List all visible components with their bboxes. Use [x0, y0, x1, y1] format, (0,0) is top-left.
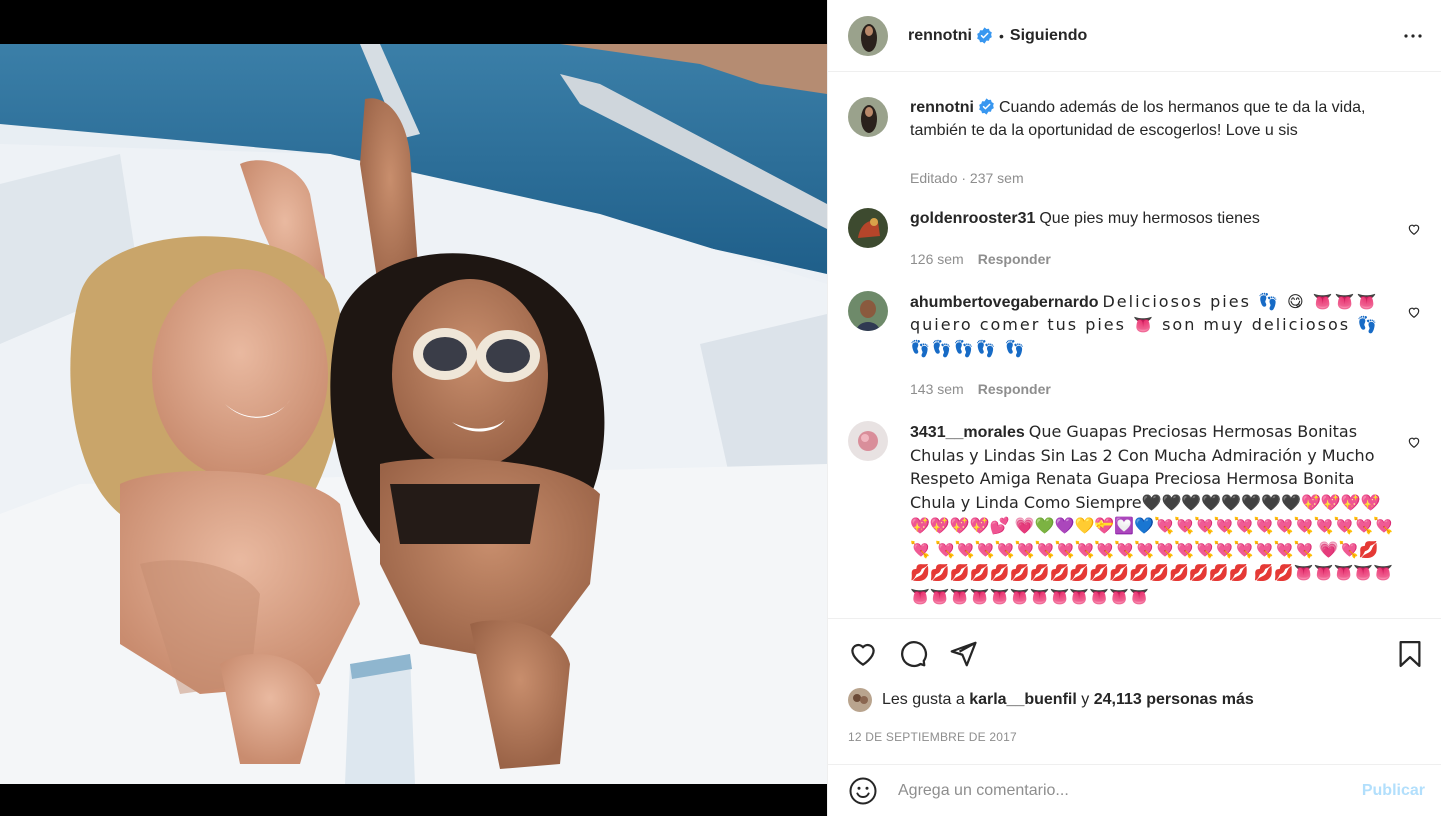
media-pane — [0, 0, 827, 816]
comment-text: 3431__morales Que Guapas Preciosas Hermos… — [910, 421, 1395, 609]
add-comment-bar: Publicar — [828, 764, 1441, 816]
comment-content: Que pies muy hermosos tienes — [1039, 210, 1260, 227]
comment-item: ahumbertovegabernardo Deliciosos pies 👣 😋… — [848, 290, 1425, 398]
likes-prefix: Les gusta a — [882, 691, 965, 708]
comment-bubble-icon — [901, 641, 927, 667]
comment-item: goldenrooster31 Que pies muy hermosos tie… — [848, 208, 1425, 267]
photo-illustration — [0, 44, 827, 784]
bookmark-icon — [1399, 641, 1421, 667]
caption: rennotni Cuando además de los hermanos qu… — [848, 97, 1425, 186]
verified-badge-icon — [979, 98, 994, 115]
like-button[interactable] — [848, 639, 878, 669]
liker-avatar[interactable] — [848, 688, 872, 712]
comment-time[interactable]: 126 sem — [910, 251, 964, 267]
comment-body: 3431__morales Que Guapas Preciosas Hermos… — [910, 421, 1425, 609]
likes-count[interactable]: 24,113 personas más — [1094, 691, 1254, 709]
reply-button[interactable]: Responder — [978, 381, 1051, 397]
more-options-button[interactable] — [1401, 24, 1425, 48]
save-button[interactable] — [1395, 639, 1425, 669]
post-header: rennotni • Siguiendo — [828, 0, 1441, 72]
comment-body: goldenrooster31 Que pies muy hermosos tie… — [910, 208, 1425, 267]
caption-meta: Editado · 237 sem — [910, 170, 1417, 186]
comment-text: goldenrooster31 Que pies muy hermosos tie… — [910, 208, 1395, 231]
following-button[interactable]: Siguiendo — [1010, 27, 1087, 45]
publish-button[interactable]: Publicar — [1362, 782, 1425, 800]
commenter-avatar[interactable] — [848, 290, 888, 331]
comment-username[interactable]: 3431__morales — [910, 424, 1025, 441]
comment-content: Que Guapas Preciosas Hermosas Bonitas Ch… — [910, 422, 1394, 606]
author-avatar[interactable] — [848, 15, 888, 56]
post-modal: rennotni • Siguiendo rennotni Cuando ade… — [0, 0, 1441, 816]
heart-icon — [851, 643, 875, 666]
comment-body: ahumbertovegabernardo Deliciosos pies 👣 😋… — [910, 291, 1425, 398]
caption-body: rennotni Cuando además de los hermanos qu… — [910, 97, 1425, 186]
caption-avatar[interactable] — [848, 97, 888, 137]
commenter-avatar[interactable] — [848, 208, 888, 248]
comment-time[interactable]: 143 sem — [910, 381, 964, 397]
post-info-pane: rennotni • Siguiendo rennotni Cuando ade… — [827, 0, 1441, 816]
comments-list[interactable]: rennotni Cuando además de los hermanos qu… — [828, 73, 1441, 618]
post-date[interactable]: 12 DE SEPTIEMBRE DE 2017 — [848, 730, 1017, 744]
separator-dot: • — [999, 27, 1004, 44]
liker-username[interactable]: karla__buenfil — [969, 691, 1077, 709]
like-comment-heart-icon[interactable] — [1407, 435, 1421, 449]
reply-button[interactable]: Responder — [978, 251, 1051, 267]
comment-username[interactable]: ahumbertovegabernardo — [910, 294, 1098, 311]
caption-timestamp: Editado · 237 sem — [910, 170, 1024, 186]
comment-item: 3431__morales Que Guapas Preciosas Hermos… — [848, 421, 1425, 609]
more-horizontal-icon — [1404, 33, 1422, 38]
like-comment-heart-icon[interactable] — [1407, 222, 1421, 236]
caption-username[interactable]: rennotni — [910, 99, 974, 116]
comment-username[interactable]: goldenrooster31 — [910, 210, 1035, 227]
comment-text: ahumbertovegabernardo Deliciosos pies 👣 😋… — [910, 291, 1395, 362]
like-comment-heart-icon[interactable] — [1407, 305, 1421, 319]
comment-meta: 143 sem Responder — [910, 381, 1395, 397]
smiley-icon[interactable] — [848, 776, 878, 806]
post-actions — [828, 618, 1441, 688]
likes-conj: y — [1081, 691, 1090, 708]
commenter-avatar[interactable] — [848, 421, 888, 461]
caption-text: rennotni Cuando además de los hermanos qu… — [910, 97, 1417, 142]
likes-summary: Les gusta a karla__buenfil y 24,113 pers… — [848, 688, 1254, 712]
actions-row — [848, 639, 1425, 669]
author-username[interactable]: rennotni — [908, 27, 972, 45]
share-button[interactable] — [948, 639, 978, 669]
comment-input[interactable] — [898, 781, 1362, 800]
post-photo[interactable] — [0, 44, 827, 784]
comment-button[interactable] — [898, 639, 928, 669]
verified-badge-icon — [977, 27, 992, 44]
paper-plane-icon — [950, 641, 977, 667]
comment-meta: 126 sem Responder — [910, 251, 1395, 267]
